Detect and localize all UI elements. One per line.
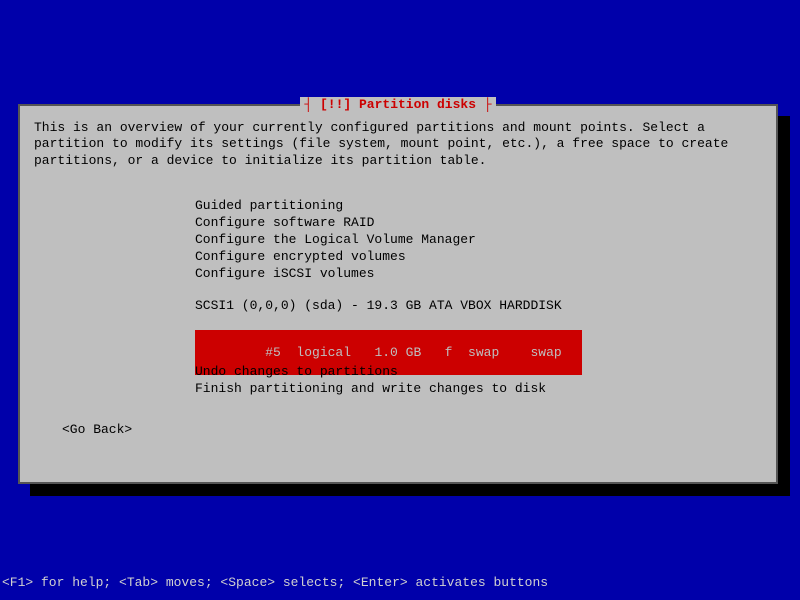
menu-finish-partitioning[interactable]: Finish partitioning and write changes to… (195, 381, 546, 398)
bottom-menu: Undo changes to partitions Finish partit… (195, 364, 546, 398)
menu-configure-iscsi[interactable]: Configure iSCSI volumes (195, 266, 476, 283)
menu-guided-partitioning[interactable]: Guided partitioning (195, 198, 476, 215)
menu-configure-lvm[interactable]: Configure the Logical Volume Manager (195, 232, 476, 249)
partition-disks-dialog: ┤ [!!] Partition disks ├ This is an over… (18, 104, 778, 484)
dialog-description: This is an overview of your currently co… (34, 120, 762, 169)
main-menu: Guided partitioning Configure software R… (195, 198, 476, 282)
menu-configure-encrypted[interactable]: Configure encrypted volumes (195, 249, 476, 266)
disk-header[interactable]: SCSI1 (0,0,0) (sda) - 19.3 GB ATA VBOX H… (195, 298, 562, 313)
menu-configure-raid[interactable]: Configure software RAID (195, 215, 476, 232)
dialog-title: ┤ [!!] Partition disks ├ (300, 97, 495, 112)
go-back-button[interactable]: <Go Back> (62, 422, 132, 437)
menu-undo-changes[interactable]: Undo changes to partitions (195, 364, 546, 381)
partition-2-text: #5 logical 1.0 GB f swap swap (226, 345, 561, 360)
help-bar: <F1> for help; <Tab> moves; <Space> sele… (0, 575, 548, 590)
